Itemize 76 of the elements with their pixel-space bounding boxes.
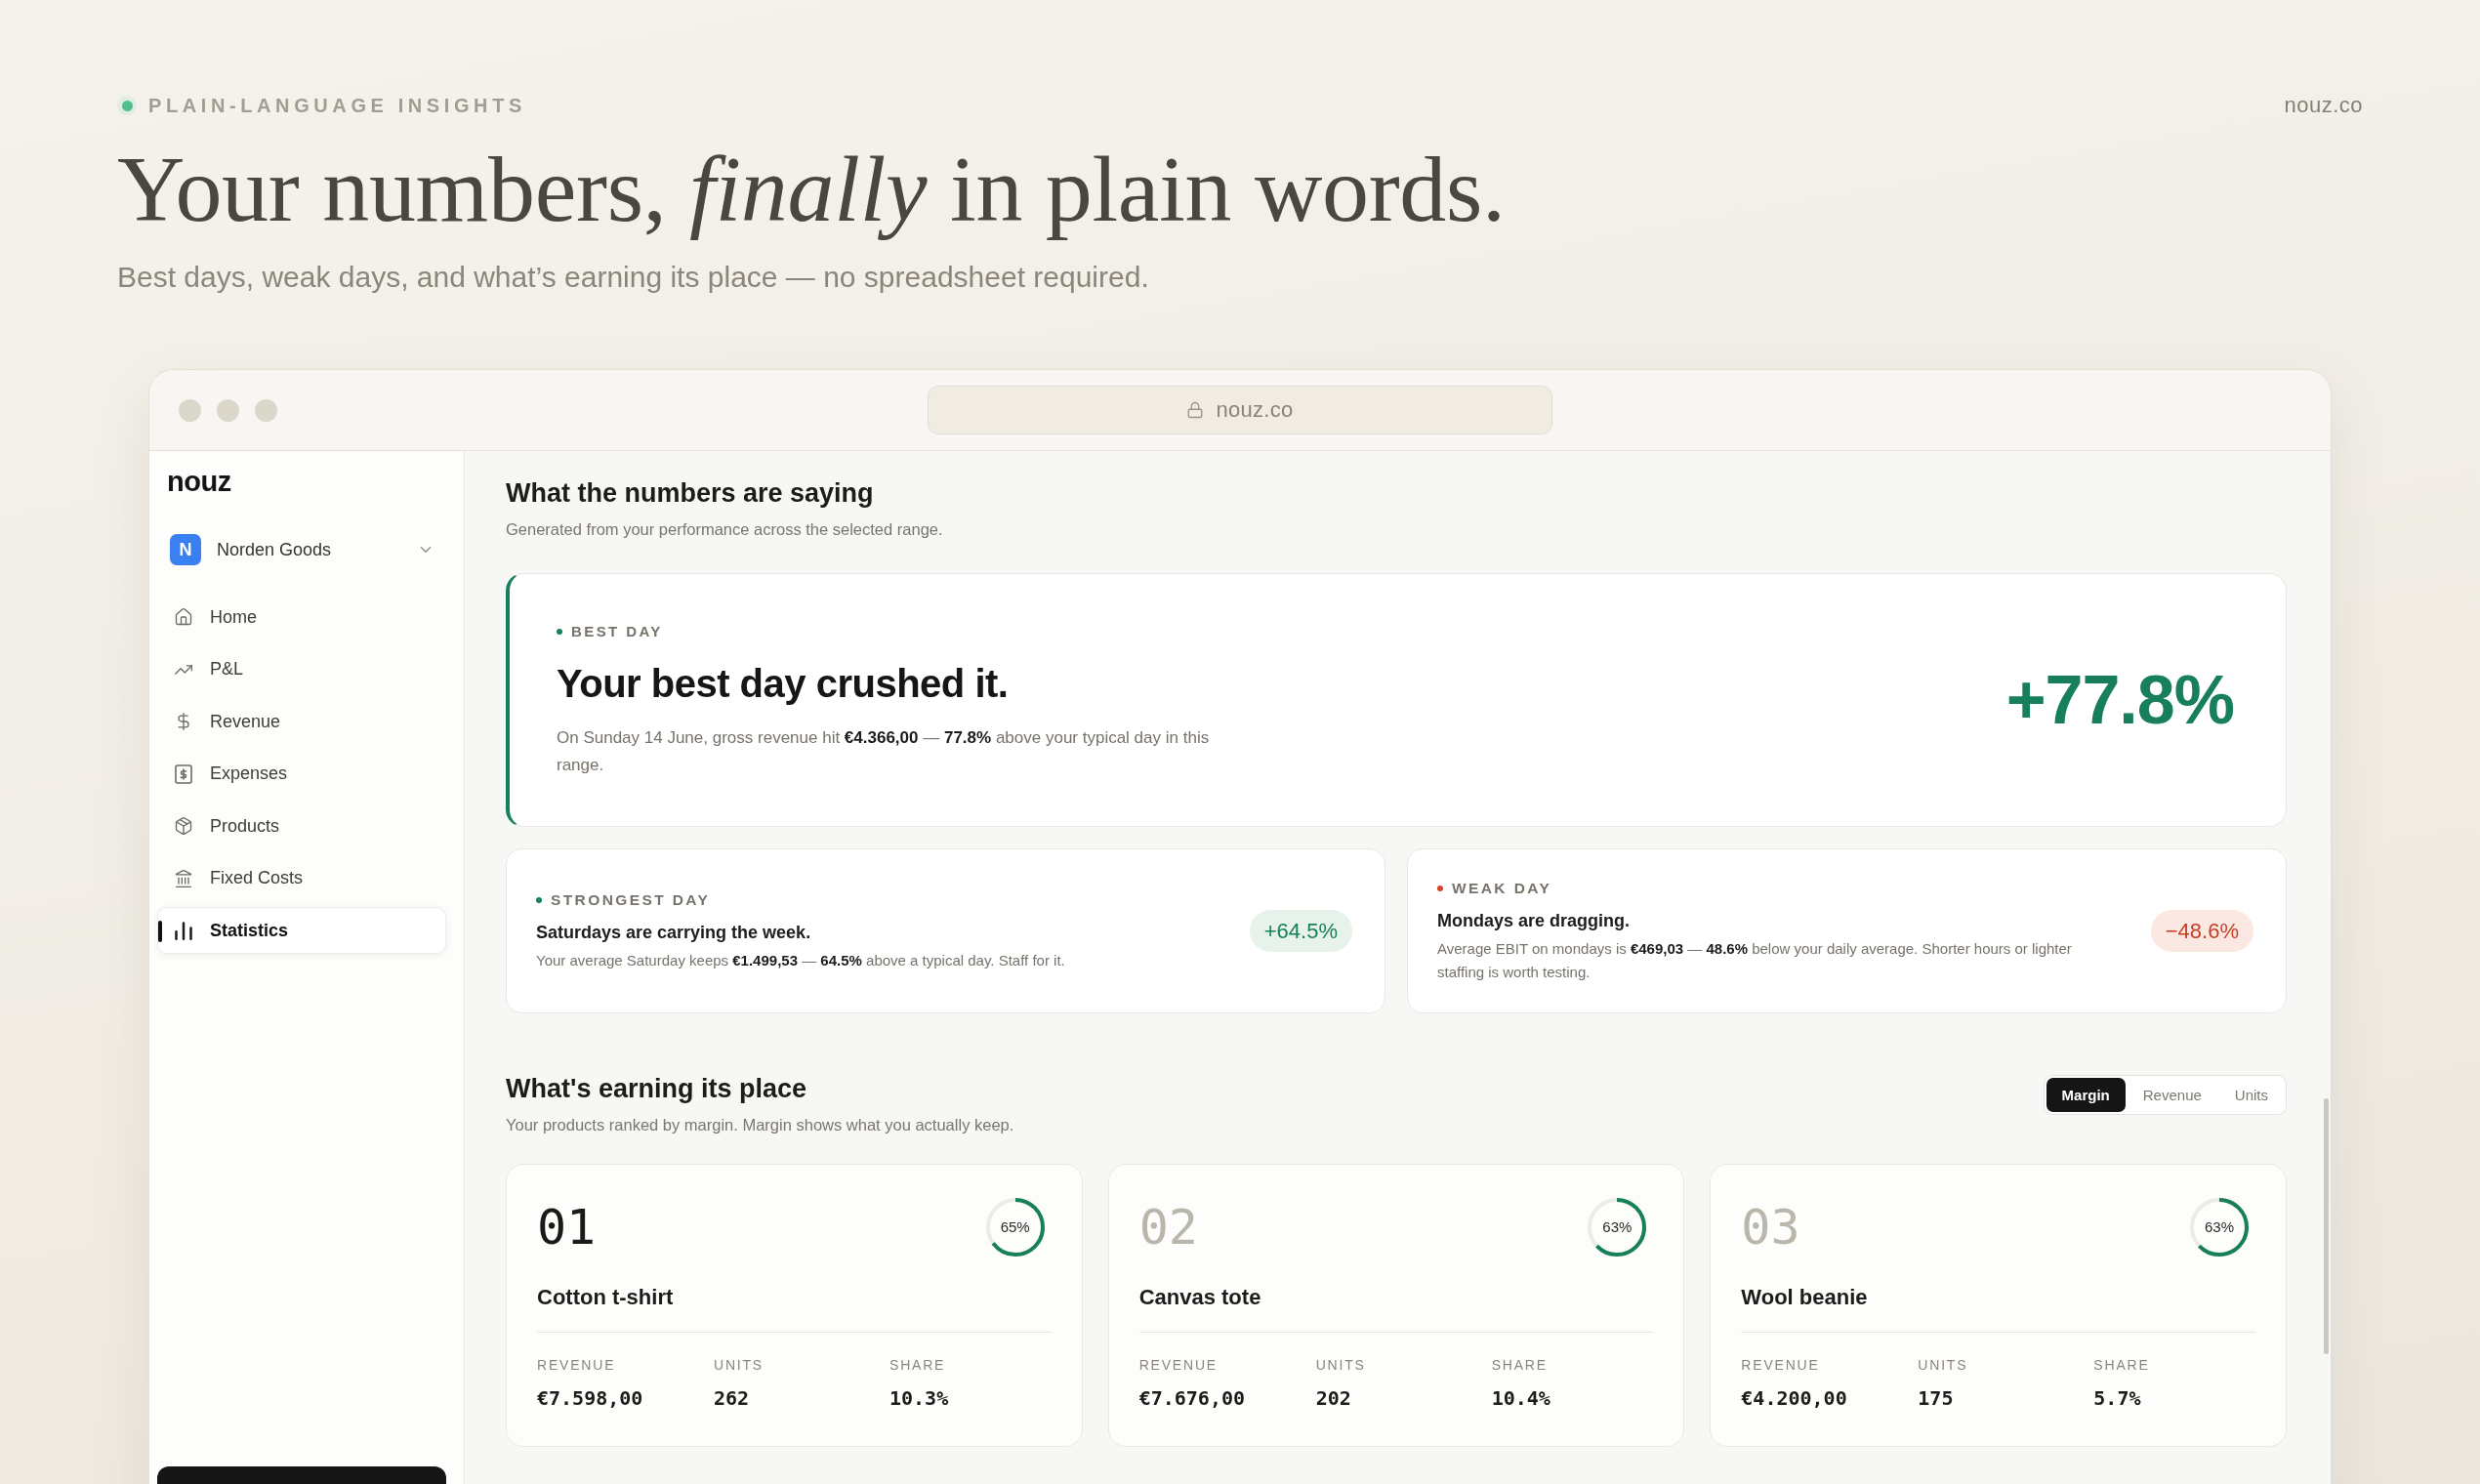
- change-value: +77.8%: [2005, 661, 2234, 739]
- segment-tab[interactable]: Revenue: [2127, 1078, 2217, 1112]
- change-badge: +64.5%: [1249, 910, 1352, 952]
- stat-value: €7.598,00: [537, 1385, 643, 1411]
- nav-item[interactable]: Expenses: [157, 750, 446, 798]
- stat-label: UNITS: [1918, 1356, 1968, 1374]
- margin-percent: 63%: [1602, 1218, 1633, 1236]
- stat-label: UNITS: [1315, 1356, 1366, 1374]
- stat-label: SHARE: [1491, 1356, 1548, 1374]
- nav-item[interactable]: Fixed Costs: [157, 854, 446, 902]
- nav-item[interactable]: Products: [157, 803, 446, 849]
- stat-value: 202: [1315, 1385, 1351, 1411]
- window-control-icon[interactable]: [255, 398, 277, 422]
- site-name: nouz.co: [2284, 94, 2363, 117]
- stat-value: 10.4%: [1491, 1385, 1550, 1411]
- stat-label: REVENUE: [1138, 1356, 1218, 1374]
- nav-item[interactable]: Home: [157, 594, 446, 640]
- stat-label: SHARE: [2093, 1356, 2150, 1374]
- home-icon: [174, 607, 193, 627]
- bar-chart-icon: [174, 921, 193, 940]
- status-dot-icon: [117, 96, 137, 115]
- app-logo: nouz: [167, 465, 231, 498]
- insight-tag: STRONGEST DAY: [551, 889, 711, 910]
- workspace-selector[interactable]: N Norden Goods: [157, 527, 446, 572]
- window-control-icon[interactable]: [179, 398, 201, 422]
- insight-title: Your best day crushed it.: [557, 660, 1009, 707]
- rank-number: 02: [1138, 1198, 1198, 1257]
- stat-value: 175: [1918, 1385, 1954, 1411]
- segment-tab[interactable]: Units: [2218, 1078, 2284, 1112]
- product-name: Cotton t-shirt: [537, 1284, 674, 1311]
- insight-text: On Sunday 14 June, gross revenue hit €4.366,00 — 77.8% above your typical day in this range.: [557, 726, 1211, 776]
- insight-title: Mondays are dragging.: [1437, 909, 1631, 931]
- dollar-document-icon: [174, 763, 193, 784]
- package-icon: [174, 816, 193, 836]
- product-name: Wool beanie: [1741, 1284, 1868, 1311]
- lock-icon: [1186, 401, 1205, 419]
- stat-label: UNITS: [714, 1356, 764, 1374]
- margin-percent: 65%: [1000, 1218, 1030, 1236]
- workspace-avatar: N: [170, 534, 201, 565]
- workspace-name: Norden Goods: [217, 539, 333, 560]
- progress-ring: [2189, 1197, 2250, 1257]
- eyebrow-label: PLAIN-LANGUAGE INSIGHTS: [148, 94, 526, 117]
- insight-text: Your average Saturday keeps €1.499,53 — 64.5% above a typical day. Staff for it.: [536, 950, 1065, 970]
- nav-item[interactable]: P&L: [157, 645, 446, 693]
- scrollbar-thumb[interactable]: [2324, 1098, 2329, 1354]
- product-name: Canvas tote: [1138, 1284, 1261, 1311]
- window-control-icon[interactable]: [217, 398, 239, 422]
- insight-tag: WEAK DAY: [1452, 878, 1552, 898]
- url-text: nouz.co: [1216, 397, 1294, 423]
- rank-number: 03: [1741, 1198, 1800, 1257]
- segment-tab[interactable]: Margin: [2046, 1078, 2126, 1112]
- hero-subtitle: Best days, weak days, and what’s earning its place — no spreadsheet required.: [117, 260, 1150, 295]
- stat-value: €7.676,00: [1138, 1385, 1246, 1411]
- margin-percent: 63%: [2205, 1218, 2234, 1236]
- section-subtitle: Generated from your performance across the selected range.: [506, 519, 943, 540]
- section-title: What the numbers are saying: [506, 477, 874, 510]
- stat-value: €4.200,00: [1741, 1385, 1847, 1411]
- insight-tag: BEST DAY: [571, 621, 663, 641]
- insight-text: Average EBIT on mondays is €469,03 — 48.6% below your daily average. Shorter hours or lighter staffing is worth testing.: [1437, 938, 2073, 982]
- stat-value: 262: [714, 1385, 750, 1411]
- stat-value: 5.7%: [2093, 1385, 2141, 1411]
- stat-label: REVENUE: [1741, 1356, 1820, 1374]
- section-title: What's earning its place: [506, 1073, 806, 1105]
- stat-value: 10.3%: [889, 1385, 949, 1411]
- insight-title: Saturdays are carrying the week.: [536, 921, 811, 943]
- nav-item[interactable]: Statistics: [157, 907, 446, 954]
- section-subtitle: Your products ranked by margin. Margin shows what you actually keep.: [506, 1115, 1014, 1135]
- nav-item[interactable]: Revenue: [157, 698, 446, 745]
- progress-ring: [984, 1197, 1046, 1257]
- progress-ring: [1587, 1197, 1648, 1257]
- stat-label: REVENUE: [537, 1356, 616, 1374]
- headline: Your numbers, finally in plain words.: [117, 139, 1507, 240]
- stat-label: SHARE: [889, 1356, 946, 1374]
- rank-number: 01: [537, 1198, 597, 1257]
- change-badge: −48.6%: [2150, 910, 2253, 952]
- bank-icon: [174, 868, 193, 888]
